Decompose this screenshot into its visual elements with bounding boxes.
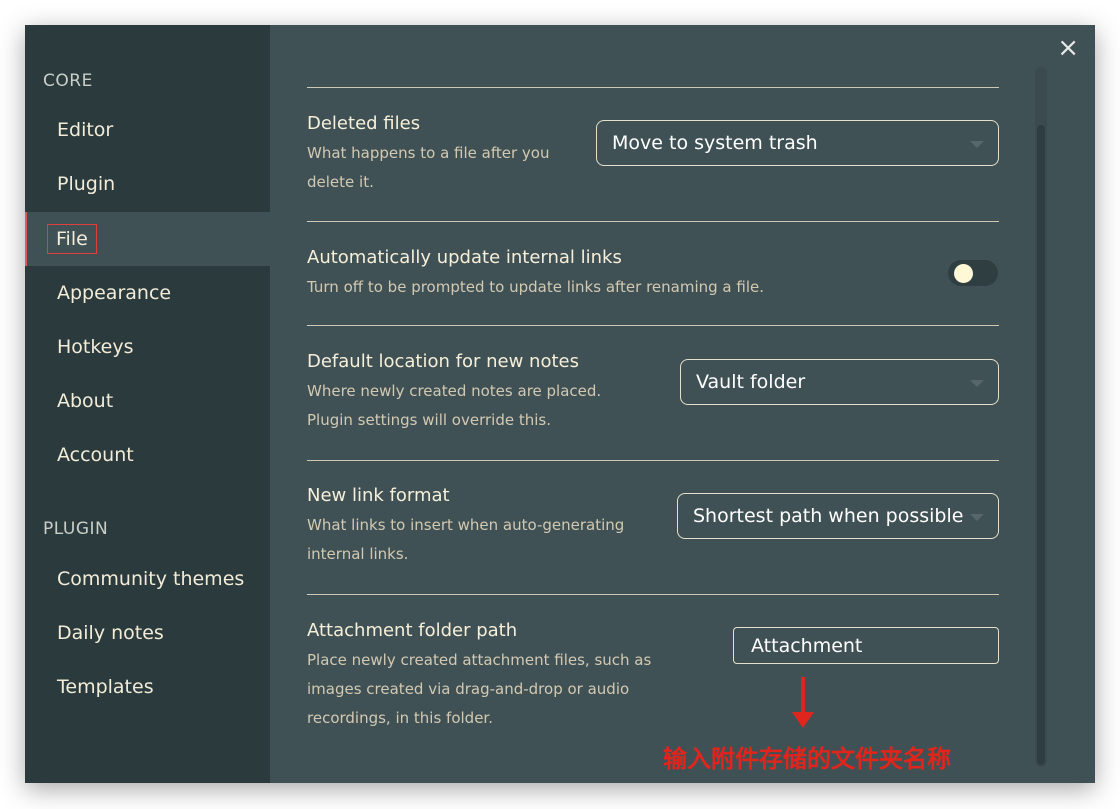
annotation-text: 输入附件存储的文件夹名称 [663,745,951,773]
attachment-folder-input[interactable]: Attachment [733,627,999,664]
desc-line: delete it. [307,173,374,191]
dropdown-value: Shortest path when possible [693,505,964,527]
new-link-format-dropdown[interactable]: Shortest path when possible [677,493,999,539]
setting-desc-new-link-format: What links to insert when auto-generatin… [307,511,624,569]
desc-line: What happens to a file after you [307,144,550,162]
sidebar-item-label: About [57,390,114,412]
setting-desc-default-location: Where newly created notes are placed. Pl… [307,377,601,435]
dropdown-value: Vault folder [696,371,806,393]
setting-name-deleted-files: Deleted files [307,113,421,134]
close-icon[interactable]: × [1057,35,1079,61]
desc-line: internal links. [307,545,409,563]
sidebar-item-file[interactable]: File [25,212,270,266]
sidebar-item-label: Templates [57,676,154,698]
sidebar-item-label: Appearance [57,282,172,304]
setting-name-auto-update-links: Automatically update internal links [307,247,622,268]
sidebar-item-label: Community themes [57,568,245,590]
scrollbar-thumb[interactable] [1037,125,1045,765]
sidebar-item-templates[interactable]: Templates [25,660,270,714]
desc-line: Plugin settings will override this. [307,411,551,429]
dropdown-value: Move to system trash [612,132,818,154]
chevron-down-icon [970,514,984,521]
default-location-dropdown[interactable]: Vault folder [680,359,999,405]
sidebar-item-label: File [47,224,97,254]
chevron-down-icon [970,141,984,148]
annotation-arrow-down-icon [792,712,814,728]
sidebar-item-account[interactable]: Account [25,428,270,482]
sidebar-item-label: Hotkeys [57,336,134,358]
divider [307,325,999,326]
sidebar-item-editor[interactable]: Editor [25,103,270,157]
desc-line: Where newly created notes are placed. [307,382,602,400]
sidebar-item-daily-notes[interactable]: Daily notes [25,606,270,660]
annotation-arrow-shaft [801,677,805,717]
sidebar-item-hotkeys[interactable]: Hotkeys [25,320,270,374]
setting-name-attachment-folder: Attachment folder path [307,620,518,641]
desc-line: recordings, in this folder. [307,709,493,727]
sidebar-item-appearance[interactable]: Appearance [25,266,270,320]
desc-line: What links to insert when auto-generatin… [307,516,625,534]
settings-sidebar: CORE Editor Plugin File Appearance Hotke… [25,25,270,783]
deleted-files-dropdown[interactable]: Move to system trash [596,120,999,166]
setting-desc-attachment-folder: Place newly created attachment files, su… [307,646,651,733]
desc-line: images created via drag-and-drop or audi… [307,680,630,698]
plugin-section-label: PLUGIN [43,519,109,539]
sidebar-item-about[interactable]: About [25,374,270,428]
settings-window: CORE Editor Plugin File Appearance Hotke… [25,25,1095,783]
divider [307,460,999,461]
chevron-down-icon [970,380,984,387]
sidebar-item-label: Plugin [57,173,116,195]
divider [307,221,999,222]
sidebar-item-plugin[interactable]: Plugin [25,157,270,211]
desc-line: Place newly created attachment files, su… [307,651,652,669]
auto-update-links-toggle[interactable] [948,260,998,286]
setting-name-new-link-format: New link format [307,485,450,506]
sidebar-item-label: Editor [57,119,114,141]
setting-desc-auto-update-links: Turn off to be prompted to update links … [307,278,764,296]
sidebar-item-label: Daily notes [57,622,164,644]
setting-name-default-location: Default location for new notes [307,351,579,372]
input-value: Attachment [751,634,863,657]
sidebar-item-label: Account [57,444,134,466]
core-section-label: CORE [43,71,93,91]
toggle-knob [954,264,973,283]
sidebar-item-community-themes[interactable]: Community themes [25,552,270,606]
setting-desc-deleted-files: What happens to a file after you delete … [307,139,549,197]
divider [307,87,999,88]
divider [307,594,999,595]
